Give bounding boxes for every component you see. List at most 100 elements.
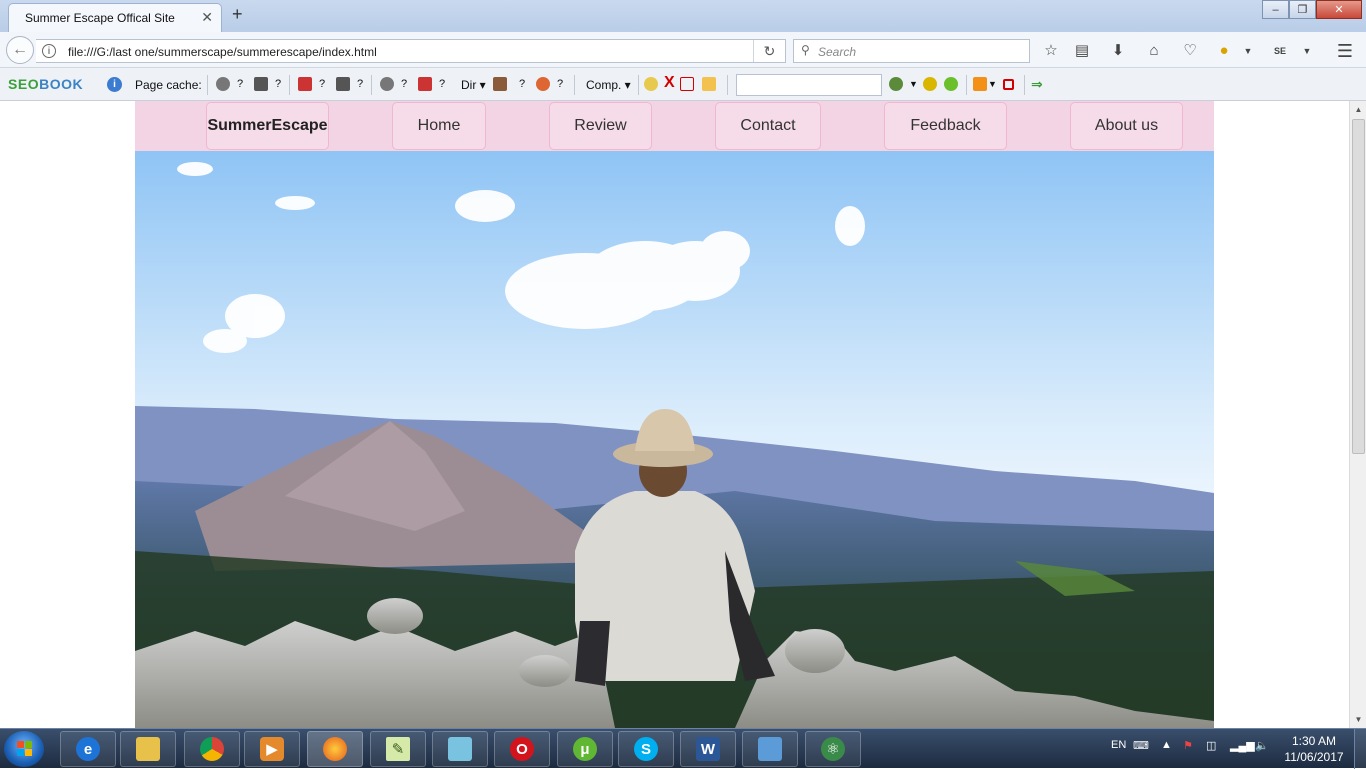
bookmark-star-icon[interactable]: ☆ xyxy=(1041,41,1061,61)
notes-pencil-icon[interactable] xyxy=(702,77,716,91)
highlight-icon[interactable] xyxy=(680,77,694,91)
toolbar-divider xyxy=(371,75,372,95)
nav-contact[interactable]: Contact xyxy=(715,102,821,150)
seo-extension-icon[interactable]: SE xyxy=(1270,41,1290,61)
export-arrow-icon[interactable]: ⇒ xyxy=(1031,76,1043,93)
site-index-icon[interactable] xyxy=(336,77,350,91)
signal-icon[interactable]: ▂▄▆ xyxy=(1230,739,1255,752)
dir-menu[interactable]: Dir ▾ xyxy=(461,78,486,92)
language-indicator[interactable]: EN xyxy=(1111,739,1126,751)
home-icon[interactable]: ⌂ xyxy=(1144,41,1164,61)
yahoo-cache-icon[interactable] xyxy=(254,77,268,91)
address-bar[interactable]: i file:///G:/last one/summerscape/summer… xyxy=(36,39,786,63)
search-icon: ⚲ xyxy=(801,43,810,57)
nofollow-x-icon[interactable]: X xyxy=(664,74,675,92)
taskbar-internet-explorer[interactable]: e xyxy=(60,731,116,767)
directory-icon[interactable] xyxy=(493,77,507,91)
seo-info-icon[interactable]: i xyxy=(107,77,122,92)
skype-icon: S xyxy=(634,737,658,761)
taskbar-opera[interactable]: O xyxy=(494,731,550,767)
taskbar-chrome[interactable] xyxy=(184,731,240,767)
rss-dropdown-icon[interactable]: ▼ xyxy=(988,79,997,89)
search-input[interactable]: ⚲ Search xyxy=(793,39,1030,63)
directory-value: ? xyxy=(519,78,526,90)
compare-windows-icon[interactable] xyxy=(1003,79,1014,90)
taskbar-utorrent[interactable]: μ xyxy=(557,731,613,767)
green-tool-icon[interactable] xyxy=(944,77,958,91)
scroll-up-arrow-icon[interactable]: ▲ xyxy=(1350,101,1366,118)
taskbar-photo-viewer[interactable] xyxy=(742,731,798,767)
browser-navbar: ← i file:///G:/last one/summerscape/summ… xyxy=(0,32,1366,68)
hamburger-menu-icon[interactable]: ☰ xyxy=(1335,41,1355,61)
nav-home[interactable]: Home xyxy=(392,102,486,150)
majestic-seo-value: ? xyxy=(439,78,446,90)
taskbar-skype[interactable]: S xyxy=(618,731,674,767)
page-scrollbar[interactable]: ▲ ▼ xyxy=(1349,101,1366,728)
seo-dropdown-icon[interactable]: ▼ xyxy=(1297,41,1317,61)
device-icon[interactable]: ◫ xyxy=(1206,739,1216,752)
maximize-button[interactable]: ❐ xyxy=(1289,0,1316,19)
tab-close-icon[interactable]: ✕ xyxy=(201,9,213,26)
pocket-icon[interactable]: ♡ xyxy=(1180,41,1200,61)
site-info-icon[interactable]: i xyxy=(42,44,56,58)
keyword-tool-icon[interactable] xyxy=(889,77,903,91)
taskbar-word[interactable]: W xyxy=(680,731,736,767)
nav-feedback[interactable]: Feedback xyxy=(884,102,1007,150)
folder-icon xyxy=(136,737,160,761)
keyboard-icon[interactable]: ⌨ xyxy=(1133,739,1149,752)
downloads-icon[interactable]: ⬇ xyxy=(1108,41,1128,61)
keyword-dropdown-icon[interactable]: ▼ xyxy=(909,79,918,89)
majestic-icon[interactable] xyxy=(298,77,312,91)
google-cache-icon[interactable] xyxy=(216,77,230,91)
internet-explorer-icon: e xyxy=(76,737,100,761)
close-window-button[interactable]: ✕ xyxy=(1316,0,1362,19)
dmoz-icon[interactable] xyxy=(536,77,550,91)
taskbar-app-blue[interactable] xyxy=(432,731,488,767)
site-brand-link[interactable]: SummerEscape xyxy=(206,102,329,150)
page-cache-label: Page cache: xyxy=(135,78,202,92)
toolbar-divider xyxy=(207,75,208,95)
notepad-icon: ✎ xyxy=(386,737,410,761)
backlinks-icon[interactable] xyxy=(380,77,394,91)
taskbar-file-explorer[interactable] xyxy=(120,731,176,767)
clock-date: 11/06/2017 xyxy=(1284,750,1344,764)
clock-time: 1:30 AM xyxy=(1291,734,1337,748)
taskbar-media-player[interactable]: ▶ xyxy=(244,731,300,767)
hero-photo xyxy=(135,151,1214,728)
scroll-down-arrow-icon[interactable]: ▼ xyxy=(1350,711,1366,728)
url-text[interactable]: file:///G:/last one/summerscape/summeres… xyxy=(68,45,377,59)
show-hidden-icons[interactable]: ▲ xyxy=(1161,739,1172,751)
browser-tab[interactable]: Summer Escape Offical Site ✕ xyxy=(8,3,222,32)
media-player-icon: ▶ xyxy=(260,737,284,761)
opera-icon: O xyxy=(510,737,534,761)
taskbar-firefox[interactable] xyxy=(307,731,363,767)
scrollbar-thumb[interactable] xyxy=(1352,119,1365,454)
seo-search-input[interactable] xyxy=(736,74,882,96)
yellow-tool-icon[interactable] xyxy=(923,77,937,91)
page-viewport: SummerEscape Home Review Contact Feedbac… xyxy=(0,101,1349,728)
start-button[interactable] xyxy=(4,731,44,767)
nav-about-us[interactable]: About us xyxy=(1070,102,1183,150)
extension-owl-icon[interactable]: ● xyxy=(1214,41,1234,61)
reading-list-icon[interactable]: ▤ xyxy=(1072,41,1092,61)
extension-dropdown-icon[interactable]: ▼ xyxy=(1238,41,1258,61)
toolbar-divider xyxy=(727,75,728,95)
network-flag-icon[interactable]: ⚑ xyxy=(1183,739,1193,752)
reload-icon[interactable]: ↻ xyxy=(753,40,785,62)
back-button[interactable]: ← xyxy=(6,36,34,64)
new-tab-button[interactable]: + xyxy=(232,4,243,25)
owl-icon[interactable] xyxy=(644,77,658,91)
nav-review[interactable]: Review xyxy=(549,102,652,150)
hero-image xyxy=(135,151,1214,728)
search-placeholder: Search xyxy=(818,45,857,59)
seobook-logo[interactable]: SEOBOOK xyxy=(8,76,83,92)
minimize-button[interactable]: – xyxy=(1262,0,1289,19)
show-desktop-button[interactable] xyxy=(1354,729,1366,769)
rss-feed-icon[interactable] xyxy=(973,77,987,91)
majestic-seo-icon[interactable] xyxy=(418,77,432,91)
clock[interactable]: 1:30 AM 11/06/2017 xyxy=(1281,733,1347,765)
volume-icon[interactable]: 🔈 xyxy=(1255,739,1269,752)
comp-menu[interactable]: Comp. ▾ xyxy=(586,78,631,92)
taskbar-notepad[interactable]: ✎ xyxy=(370,731,426,767)
taskbar-atom[interactable]: ⚛ xyxy=(805,731,861,767)
